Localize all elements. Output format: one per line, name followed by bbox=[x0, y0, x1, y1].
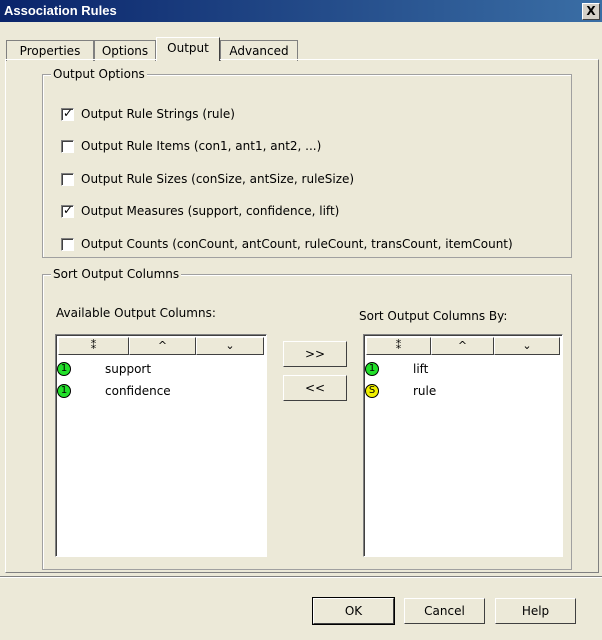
output-options-legend: Output Options bbox=[51, 67, 147, 81]
add-sort-column-button[interactable]: >> bbox=[283, 341, 347, 367]
column-name: rule bbox=[413, 384, 437, 398]
numeric-type-icon: 1 bbox=[57, 384, 71, 398]
sort-ascending-icon[interactable]: ^ bbox=[431, 337, 494, 355]
available-columns-list[interactable]: ⁑ ^ ⌄ 1 support 1 confidence bbox=[55, 334, 267, 557]
checkbox-output-rule-items[interactable]: Output Rule Items (con1, ant1, ant2, ...… bbox=[61, 138, 321, 154]
close-button[interactable]: X bbox=[582, 3, 600, 20]
help-button[interactable]: Help bbox=[495, 598, 576, 624]
sort-by-label: Sort Output Columns By: bbox=[359, 309, 508, 323]
checkbox-label: Output Counts (conCount, antCount, ruleC… bbox=[81, 237, 513, 251]
sort-descending-icon[interactable]: ⌄ bbox=[196, 337, 264, 355]
check-icon: ✓ bbox=[63, 105, 74, 120]
checkbox[interactable]: ✓ bbox=[61, 202, 74, 218]
checkbox[interactable] bbox=[61, 237, 74, 251]
checkbox-label: Output Rule Sizes (conSize, antSize, rul… bbox=[81, 172, 355, 186]
checkbox-label: Output Rule Strings (rule) bbox=[81, 107, 235, 121]
sort-descending-icon[interactable]: ⌄ bbox=[494, 337, 560, 355]
sort-by-columns-list[interactable]: ⁑ ^ ⌄ 1 lift S rule bbox=[363, 334, 563, 557]
list-item[interactable]: 1 support bbox=[57, 359, 152, 379]
ok-button[interactable]: OK bbox=[312, 597, 395, 625]
list-item[interactable]: S rule bbox=[365, 381, 437, 401]
checkbox-output-rule-strings[interactable]: ✓ Output Rule Strings (rule) bbox=[61, 106, 235, 122]
checkbox[interactable] bbox=[61, 139, 74, 153]
column-name: lift bbox=[413, 362, 429, 376]
tab-output[interactable]: Output bbox=[156, 37, 220, 61]
title-bar: Association Rules X bbox=[0, 0, 602, 22]
check-icon: ✓ bbox=[63, 202, 74, 217]
sort-output-legend: Sort Output Columns bbox=[51, 267, 182, 281]
column-name: support bbox=[105, 362, 152, 376]
checkbox-label: Output Measures (support, confidence, li… bbox=[81, 204, 340, 218]
sort-ascending-icon[interactable]: ^ bbox=[129, 337, 196, 355]
numeric-type-icon: 1 bbox=[365, 362, 379, 376]
footer-separator bbox=[0, 576, 602, 578]
window-title: Association Rules bbox=[4, 3, 117, 18]
checkbox-label: Output Rule Items (con1, ant1, ant2, ...… bbox=[81, 139, 322, 153]
remove-sort-column-button[interactable]: << bbox=[283, 375, 347, 401]
checkbox[interactable] bbox=[61, 172, 74, 186]
cancel-button[interactable]: Cancel bbox=[404, 598, 485, 624]
output-options-group: Output Options bbox=[42, 67, 572, 258]
tab-advanced[interactable]: Advanced bbox=[220, 40, 298, 61]
checkbox[interactable]: ✓ bbox=[61, 105, 74, 121]
numeric-type-icon: 1 bbox=[57, 362, 71, 376]
list-item[interactable]: 1 confidence bbox=[57, 381, 171, 401]
sort-order-icon[interactable]: ⁑ bbox=[366, 337, 431, 355]
checkbox-output-measures[interactable]: ✓ Output Measures (support, confidence, … bbox=[61, 203, 339, 219]
string-type-icon: S bbox=[365, 384, 379, 398]
tab-options[interactable]: Options bbox=[94, 40, 156, 61]
column-name: confidence bbox=[105, 384, 171, 398]
available-columns-label: Available Output Columns: bbox=[56, 306, 216, 320]
checkbox-output-counts[interactable]: Output Counts (conCount, antCount, ruleC… bbox=[61, 236, 513, 252]
tab-properties[interactable]: Properties bbox=[6, 40, 94, 61]
list-item[interactable]: 1 lift bbox=[365, 359, 429, 379]
sort-order-icon[interactable]: ⁑ bbox=[58, 337, 129, 355]
checkbox-output-rule-sizes[interactable]: Output Rule Sizes (conSize, antSize, rul… bbox=[61, 171, 354, 187]
